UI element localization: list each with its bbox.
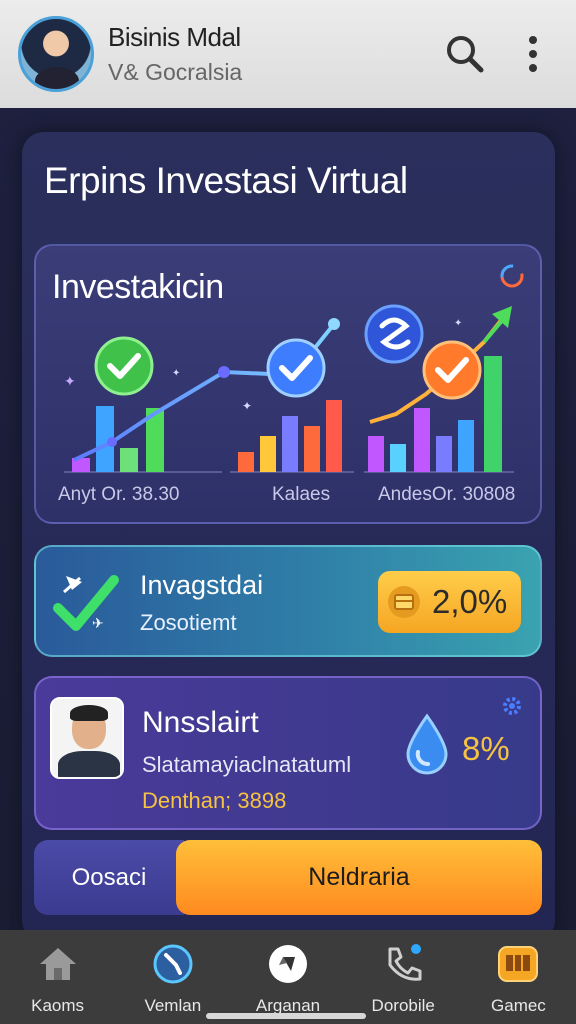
nav-label: Vemlan: [144, 996, 202, 1015]
svg-text:✦: ✦: [242, 399, 252, 413]
profile-percent: 8%: [462, 730, 510, 767]
secondary-button[interactable]: Oosaci: [34, 840, 184, 915]
profile-meta: Denthan; 3898: [142, 788, 287, 813]
svg-text:✦: ✦: [454, 318, 462, 329]
top-header: Bisinis Mdal V& Gocralsia: [0, 0, 576, 108]
header-text: Bisinis Mdal V& Gocralsia: [108, 22, 440, 86]
profile-name: Nnsslairt: [142, 706, 259, 739]
bar: [120, 448, 138, 472]
nav-label: Gamec: [491, 996, 546, 1015]
header-title: Bisinis Mdal: [108, 22, 241, 52]
check-badge-icon: [94, 336, 154, 396]
bar: [282, 416, 298, 472]
search-icon[interactable]: [440, 29, 490, 79]
wallet-icon: [496, 942, 540, 986]
chart-label-3: AndesOr. 30808: [378, 484, 516, 505]
return-badge: 2,0%: [378, 571, 521, 633]
nav-item-wallet[interactable]: Gamec: [461, 930, 576, 1024]
svg-text:✦: ✦: [64, 374, 76, 390]
nav-item-compass[interactable]: Vemlan: [115, 930, 230, 1024]
bar: [390, 444, 406, 472]
compass-icon: [151, 942, 195, 986]
nav-label: Dorobile: [371, 996, 435, 1015]
water-drop-icon: [406, 713, 448, 775]
coin-icon: [364, 304, 424, 364]
chart-illustration: ✦ ✦ ✦ ✦: [64, 264, 524, 473]
check-growth-icon: ✈: [53, 575, 119, 632]
gold-box-icon: [388, 586, 420, 618]
svg-text:✈: ✈: [92, 616, 104, 632]
svg-text:✦: ✦: [172, 368, 180, 379]
bar: [414, 408, 430, 472]
check-badge-icon: [266, 338, 326, 398]
page-title: Erpins Investasi Virtual: [44, 160, 408, 201]
chart-label-1: Anyt Or. 38.30: [58, 484, 180, 505]
phone-icon: [381, 942, 425, 986]
bar: [326, 400, 342, 472]
user-avatar[interactable]: [18, 16, 94, 92]
bar: [238, 452, 254, 472]
chart-label-2: Kalaes: [272, 484, 331, 505]
home-indicator: [206, 1013, 366, 1019]
bar: [484, 356, 502, 472]
refresh-icon: [500, 264, 524, 288]
more-vertical-icon[interactable]: [508, 29, 558, 79]
bar: [368, 436, 384, 472]
nav-item-diamond[interactable]: Arganan: [230, 930, 345, 1024]
bottom-navigation: Kaoms Vemlan Arganan Dorobile Gamec: [0, 930, 576, 1024]
investment-subtitle: Zosotiemt: [140, 610, 237, 635]
header-subtitle: V& Gocralsia: [108, 59, 243, 85]
check-badge-icon: [422, 340, 482, 400]
return-badge-value: 2,0%: [432, 583, 508, 620]
nav-item-phone[interactable]: Dorobile: [346, 930, 461, 1024]
bar: [458, 420, 474, 472]
primary-button[interactable]: Neldraria: [176, 840, 542, 915]
profile-photo: [50, 697, 124, 779]
investment-title: Invagstdai: [140, 570, 264, 600]
nav-item-home[interactable]: Kaoms: [0, 930, 115, 1024]
profile-description: Slatamayiaclnatatuml: [142, 752, 352, 777]
home-icon: [36, 942, 80, 986]
bar: [304, 426, 320, 472]
gear-icon[interactable]: [500, 694, 524, 718]
nav-label: Kaoms: [31, 996, 85, 1015]
app-screen: Bisinis Mdal V& Gocralsia Erpins Investa…: [0, 0, 576, 1024]
diamond-icon: [266, 942, 310, 986]
bar: [260, 436, 276, 472]
bar: [436, 436, 452, 472]
